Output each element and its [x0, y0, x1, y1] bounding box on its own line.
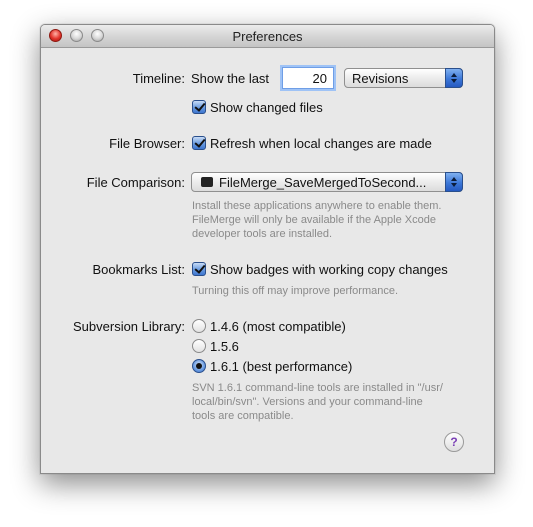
- timeline-unit-popup[interactable]: Revisions: [344, 68, 463, 88]
- file-comparison-value: FileMerge_SaveMergedToSecond...: [219, 175, 427, 190]
- popup-arrows-icon: [445, 68, 463, 88]
- subversion-library-label: Subversion Library:: [73, 319, 185, 334]
- file-comparison-label: File Comparison:: [86, 175, 185, 190]
- note-line: Install these applications anywhere to e…: [192, 200, 442, 212]
- svn-option-1-6-1-radio[interactable]: [192, 359, 206, 373]
- refresh-local-changes-checkbox[interactable]: [192, 136, 206, 150]
- title-bar[interactable]: Preferences: [41, 25, 494, 48]
- svn-option-label: 1.4.6 (most compatible): [210, 319, 346, 334]
- show-badges-checkbox[interactable]: [192, 262, 206, 276]
- revision-count-field[interactable]: 20: [282, 67, 334, 89]
- show-changed-files-checkbox[interactable]: [192, 100, 206, 114]
- help-button[interactable]: ?: [444, 432, 464, 452]
- timeline-unit-value: Revisions: [352, 71, 409, 86]
- show-badges-label: Show badges with working copy changes: [210, 262, 448, 277]
- svn-option-label: 1.5.6: [210, 339, 239, 354]
- note-line: tools are compatible.: [192, 410, 294, 422]
- preferences-window: Preferences Timeline: Show the last 20 R…: [40, 24, 495, 474]
- show-changed-files-label: Show changed files: [210, 100, 323, 115]
- note-line: local/bin/svn". Versions and your comman…: [192, 396, 423, 408]
- bookmarks-note: Turning this off may improve performance…: [192, 285, 399, 297]
- file-comparison-note: Install these applications anywhere to e…: [192, 199, 442, 241]
- timeline-label: Timeline:: [132, 71, 185, 86]
- note-line: FileMerge will only be available if the …: [192, 214, 436, 226]
- file-browser-label: File Browser:: [109, 136, 185, 151]
- note-line: developer tools are installed.: [192, 228, 333, 240]
- svn-option-1-5-6-radio[interactable]: [192, 339, 206, 353]
- refresh-local-changes-label: Refresh when local changes are made: [210, 136, 432, 151]
- show-the-last-label: Show the last: [191, 71, 270, 86]
- bookmarks-list-label: Bookmarks List:: [92, 262, 185, 277]
- svn-note: SVN 1.6.1 command-line tools are install…: [192, 381, 443, 423]
- svn-option-1-4-6-radio[interactable]: [192, 319, 206, 333]
- application-icon: [201, 177, 213, 187]
- popup-arrows-icon: [445, 172, 463, 192]
- file-comparison-popup[interactable]: FileMerge_SaveMergedToSecond...: [191, 172, 463, 192]
- window-title: Preferences: [232, 29, 303, 44]
- note-line: SVN 1.6.1 command-line tools are install…: [192, 382, 443, 394]
- svn-option-label: 1.6.1 (best performance): [210, 359, 353, 374]
